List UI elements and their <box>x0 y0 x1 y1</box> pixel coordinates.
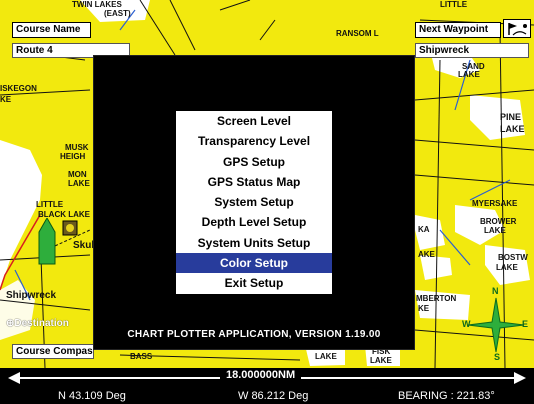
menu-item-gps-setup[interactable]: GPS Setup <box>176 152 332 172</box>
map-label-iskegon: ISKEGON <box>0 84 37 93</box>
setup-dialog: Screen Level Transparency Level GPS Setu… <box>93 55 415 350</box>
map-label-mberton: MBERTON <box>416 294 457 303</box>
status-bar: N 43.109 Deg W 86.212 Deg BEARING : 221.… <box>0 388 534 404</box>
map-label-pine-lake: LAKE <box>500 124 525 134</box>
map-label-mon: MON <box>68 170 87 179</box>
map-label-pine: PINE <box>500 112 522 122</box>
next-waypoint-field[interactable]: Shipwreck <box>415 43 529 58</box>
menu-item-gps-status-map[interactable]: GPS Status Map <box>176 172 332 192</box>
version-text: CHART PLOTTER APPLICATION, VERSION 1.19.… <box>127 329 381 340</box>
compass-rose-icon <box>467 297 525 353</box>
map-label-twin-lakes: TWIN LAKES <box>72 0 122 9</box>
map-label-ake: AKE <box>418 250 435 259</box>
map-label-shipwreck: Shipwreck <box>6 290 57 301</box>
compass-n-label: N <box>492 286 499 296</box>
compass-s-label: S <box>494 352 501 362</box>
map-label-sand-lake: LAKE <box>458 70 480 79</box>
map-label-myersake: MYERSAKE <box>472 199 518 208</box>
menu-item-color-setup[interactable]: Color Setup <box>176 253 332 274</box>
map-label-ke2: KE <box>418 304 430 313</box>
waypoint-flag-icon[interactable] <box>503 19 531 38</box>
map-label-heigh: HEIGH <box>60 152 86 161</box>
map-label-ke: KE <box>0 95 12 104</box>
course-name-label: Course Name <box>12 22 91 38</box>
scale-bar: 18.000000NM <box>0 368 534 388</box>
map-label-brower: BROWER <box>480 217 517 226</box>
map-label-lake-bottom: LAKE <box>315 352 337 361</box>
menu-item-system-units-setup[interactable]: System Units Setup <box>176 233 332 253</box>
map-label-little-black: LITTLE <box>36 200 64 209</box>
map-label-ransom: RANSOM L <box>336 29 379 38</box>
map-label-bass: BASS <box>130 352 153 361</box>
longitude-text: W 86.212 Deg <box>238 390 309 402</box>
menu-item-depth-level-setup[interactable]: Depth Level Setup <box>176 212 332 232</box>
menu-item-screen-level[interactable]: Screen Level <box>176 111 332 131</box>
menu-item-exit-setup[interactable]: Exit Setup <box>176 273 332 293</box>
destination-label: ⊕Destination <box>6 318 69 329</box>
course-compass-field[interactable]: Course Compass <box>12 344 94 359</box>
vessel-icon <box>38 218 56 265</box>
bearing-text: BEARING : 221.83° <box>398 390 495 402</box>
map-label-little: LITTLE <box>440 0 468 9</box>
map-label-ka: KA <box>418 225 430 234</box>
compass-w-label: W <box>462 319 471 329</box>
map-label-lake-left: LAKE <box>68 179 90 188</box>
map-label-skul: Skul <box>73 240 95 251</box>
latitude-text: N 43.109 Deg <box>58 390 126 402</box>
next-waypoint-label: Next Waypoint <box>415 22 501 38</box>
map-label-fish-lake: LAKE <box>370 356 392 365</box>
map-label-brower-lake: LAKE <box>484 226 506 235</box>
scale-text: 18.000000NM <box>220 369 302 381</box>
map-label-bostwick: BOSTW <box>498 253 528 262</box>
map-label-bostwick-lake: LAKE <box>496 263 518 272</box>
setup-menu: Screen Level Transparency Level GPS Setu… <box>176 111 332 294</box>
menu-item-transparency-level[interactable]: Transparency Level <box>176 131 332 151</box>
map-label-east: (EAST) <box>104 9 131 18</box>
compass-e-label: E <box>522 319 529 329</box>
wreck-icon <box>62 220 78 236</box>
menu-item-system-setup[interactable]: System Setup <box>176 192 332 212</box>
map-label-musk: MUSK <box>65 143 89 152</box>
